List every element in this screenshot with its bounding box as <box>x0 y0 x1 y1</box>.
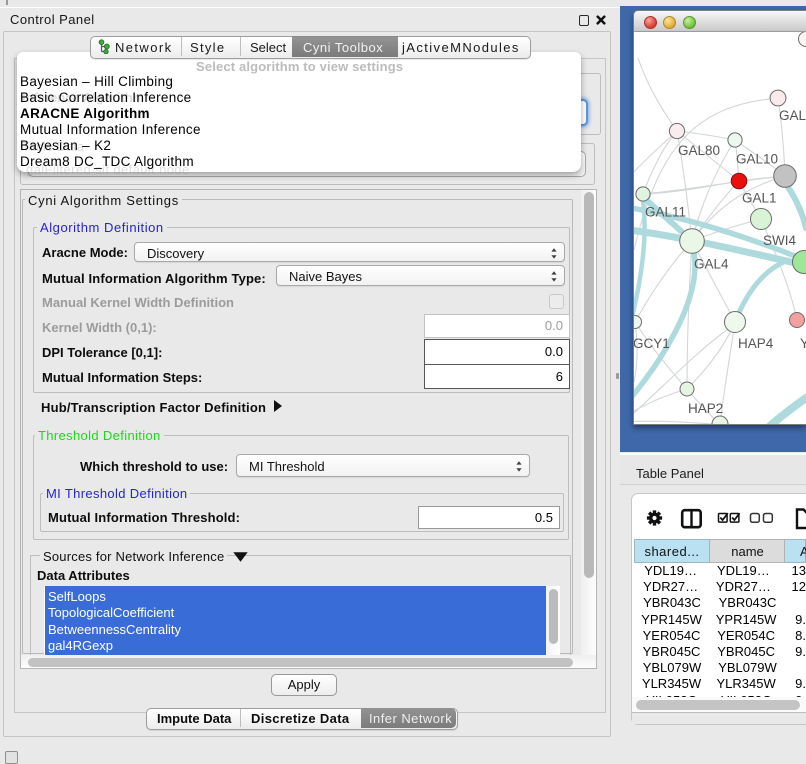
svg-text:GAL7: GAL7 <box>779 108 806 123</box>
svg-text:GAL4: GAL4 <box>694 257 729 272</box>
svg-text:HAP4: HAP4 <box>738 336 774 351</box>
svg-text:GAL1: GAL1 <box>742 191 777 206</box>
svg-text:GAL80: GAL80 <box>678 143 720 158</box>
svg-text:GAL10: GAL10 <box>736 152 778 167</box>
svg-text:GAL11: GAL11 <box>645 205 686 220</box>
svg-text:SWI4: SWI4 <box>763 233 796 248</box>
svg-text:HAP2: HAP2 <box>688 401 723 416</box>
svg-text:GCY1: GCY1 <box>634 336 670 351</box>
svg-text:Y: Y <box>800 336 806 351</box>
